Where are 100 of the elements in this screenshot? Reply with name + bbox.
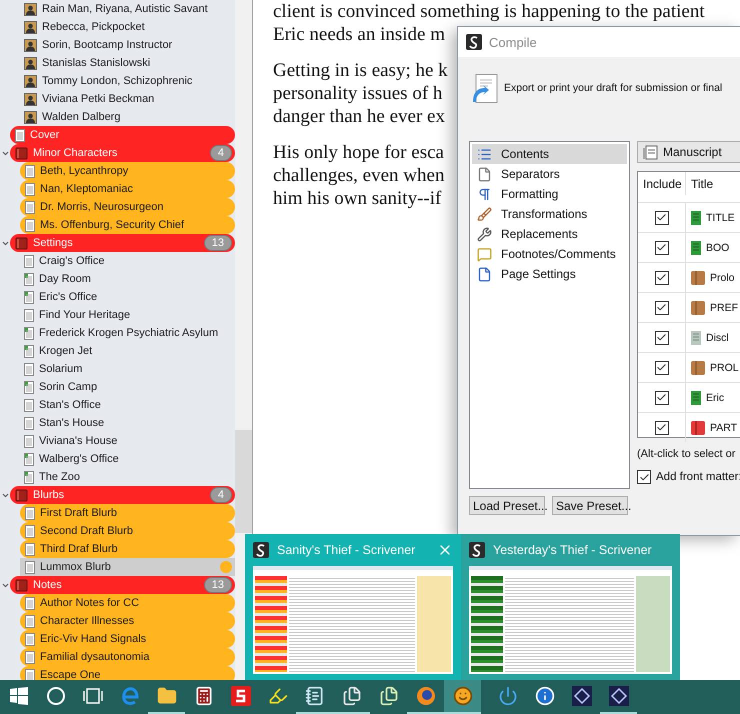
- preset-button[interactable]: Save Preset...: [552, 496, 628, 515]
- book-icon: [691, 420, 705, 434]
- binder-item[interactable]: Escape One: [20, 666, 235, 680]
- page-icon: [24, 272, 34, 286]
- binder-item[interactable]: Familial dysautonomia: [20, 648, 235, 666]
- page-icon: [24, 416, 34, 430]
- binder-item[interactable]: Notes 13: [10, 576, 235, 594]
- page-icon: [24, 362, 34, 376]
- checkmark-icon: [656, 242, 667, 253]
- page-icon: [25, 164, 35, 178]
- power-icon: [498, 686, 518, 706]
- binder-item[interactable]: Beth, Lycanthropy: [20, 162, 235, 180]
- app-logo-icon: [466, 34, 482, 50]
- app-logo-icon: [469, 542, 485, 558]
- binder-item[interactable]: The Zoo: [20, 468, 235, 486]
- page-icon: [25, 650, 35, 664]
- format-dropdown[interactable]: Manuscript: [637, 141, 740, 163]
- brush-icon: [477, 206, 492, 222]
- binder-item[interactable]: Character Illnesses: [20, 612, 235, 630]
- checkmark-icon: [656, 392, 667, 403]
- smiley-icon: [452, 686, 472, 706]
- binder-item[interactable]: Rebecca, Pickpocket: [20, 18, 235, 36]
- section-item[interactable]: Page Settings: [472, 264, 627, 284]
- page-icon: [24, 344, 34, 358]
- preset-button[interactable]: Load Preset...: [469, 496, 545, 515]
- checkmark-icon: [656, 332, 667, 343]
- row-title: Discl: [706, 332, 729, 344]
- person-icon: [24, 110, 37, 124]
- binder-item[interactable]: Solarium: [20, 360, 235, 378]
- section-item[interactable]: Formatting: [472, 184, 627, 204]
- include-checkbox[interactable]: [654, 270, 668, 284]
- taskbar-button[interactable]: [444, 680, 481, 714]
- page-icon: [25, 542, 35, 556]
- page-icon: [24, 254, 34, 268]
- book-icon: [691, 270, 705, 284]
- binder-item[interactable]: Author Notes for CC: [20, 594, 235, 612]
- binder-item[interactable]: Sorin Camp: [20, 378, 235, 396]
- include-checkbox[interactable]: [654, 240, 668, 254]
- binder-item[interactable]: Eric-Viv Hand Signals: [20, 630, 235, 648]
- binder-item[interactable]: Settings 13: [10, 234, 235, 252]
- binder-item[interactable]: Walden Dalberg: [20, 108, 235, 126]
- page-icon: [24, 452, 34, 466]
- binder-item[interactable]: First Draft Blurb: [20, 504, 235, 522]
- binder-item[interactable]: Find Your Heritage: [20, 306, 235, 324]
- binder-item[interactable]: Viviana Petki Beckman: [20, 90, 235, 108]
- include-checkbox[interactable]: [654, 210, 668, 224]
- hint-text: (Alt-click to select or: [637, 448, 736, 460]
- binder-item[interactable]: Krogen Jet: [20, 342, 235, 360]
- binder-item[interactable]: Day Room: [20, 270, 235, 288]
- browser-icon: [120, 686, 140, 706]
- front-matter-checkbox[interactable]: [637, 470, 651, 484]
- binder-item[interactable]: Walberg's Office: [20, 450, 235, 468]
- binder-item[interactable]: Third Draf Blurb: [20, 540, 235, 558]
- include-checkbox[interactable]: [654, 390, 668, 404]
- binder-item[interactable]: Dr. Morris, Neurosurgeon: [20, 198, 235, 216]
- person-icon: [24, 2, 37, 16]
- page-icon: [477, 266, 492, 282]
- square-app-icon: [572, 686, 592, 706]
- include-checkbox[interactable]: [654, 360, 668, 374]
- page-icon: [691, 330, 701, 344]
- list-icon: [477, 146, 492, 162]
- book-icon: [15, 146, 28, 160]
- binder-item[interactable]: Cover: [10, 126, 235, 144]
- book-icon: [15, 578, 28, 592]
- binder-item[interactable]: Frederick Krogen Psychiatric Asylum: [20, 324, 235, 342]
- page-icon: [25, 596, 35, 610]
- app-icon: [230, 686, 250, 706]
- binder-item[interactable]: Viviana's House: [20, 432, 235, 450]
- binder-item[interactable]: Stanislas Stanislowski: [20, 54, 235, 72]
- include-checkbox[interactable]: [654, 330, 668, 344]
- page-icon: [25, 524, 35, 538]
- binder-item[interactable]: Second Draft Blurb: [20, 522, 235, 540]
- book-icon: [15, 236, 28, 250]
- section-item[interactable]: Contents: [472, 144, 627, 164]
- binder-item[interactable]: Craig's Office: [20, 252, 235, 270]
- scrollbar-thumb[interactable]: [235, 430, 252, 533]
- binder-item[interactable]: Sorin, Bootcamp Instructor: [20, 36, 235, 54]
- page-icon: [25, 668, 35, 680]
- section-item[interactable]: Separators: [472, 164, 627, 184]
- section-item[interactable]: Footnotes/Comments: [472, 244, 627, 264]
- binder-item[interactable]: Stan's House: [20, 414, 235, 432]
- include-checkbox[interactable]: [654, 420, 668, 434]
- section-item[interactable]: Replacements: [472, 224, 627, 244]
- binder-item[interactable]: Blurbs 4: [10, 486, 235, 504]
- binder-item[interactable]: Rain Man, Riyana, Autistic Savant: [20, 0, 235, 18]
- binder-item[interactable]: Eric's Office: [20, 288, 235, 306]
- book-icon: [691, 360, 705, 374]
- editor-text-line: him his own sanity--if: [273, 187, 442, 210]
- binder-item[interactable]: Lummox Blurb: [20, 558, 235, 576]
- binder-item[interactable]: Tommy London, Schizophrenic: [20, 72, 235, 90]
- person-icon: [24, 56, 37, 70]
- info-icon: [534, 686, 554, 706]
- page-icon: [691, 240, 701, 254]
- binder-item[interactable]: Ms. Offenburg, Security Chief: [20, 216, 235, 234]
- binder-item[interactable]: Minor Characters 4: [10, 144, 235, 162]
- binder-item[interactable]: Stan's Office: [20, 396, 235, 414]
- section-item[interactable]: Transformations: [472, 204, 627, 224]
- include-checkbox[interactable]: [654, 300, 668, 314]
- binder-item[interactable]: Nan, Kleptomaniac: [20, 180, 235, 198]
- page-icon: [24, 398, 34, 412]
